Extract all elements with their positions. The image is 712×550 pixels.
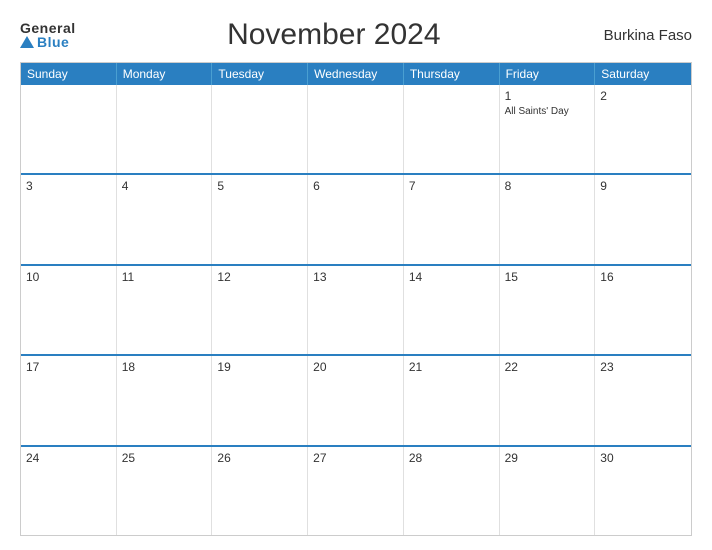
- day-cell: 6: [308, 175, 404, 263]
- day-cell: 15: [500, 266, 596, 354]
- logo-triangle-icon: [20, 36, 34, 48]
- day-cell: 3: [21, 175, 117, 263]
- day-cell: [117, 85, 213, 173]
- day-cell: 11: [117, 266, 213, 354]
- day-number: 19: [217, 360, 302, 374]
- day-cell: 18: [117, 356, 213, 444]
- day-number: 24: [26, 451, 111, 465]
- day-cell: 28: [404, 447, 500, 535]
- day-cell: 17: [21, 356, 117, 444]
- day-cell: 4: [117, 175, 213, 263]
- day-number: 6: [313, 179, 398, 193]
- day-cell: 7: [404, 175, 500, 263]
- day-cell: 22: [500, 356, 596, 444]
- day-cell: 9: [595, 175, 691, 263]
- day-number: 20: [313, 360, 398, 374]
- day-number: 16: [600, 270, 686, 284]
- day-cell: 14: [404, 266, 500, 354]
- day-number: 27: [313, 451, 398, 465]
- header-sunday: Sunday: [21, 63, 117, 85]
- day-headers-row: Sunday Monday Tuesday Wednesday Thursday…: [21, 63, 691, 85]
- calendar-grid: Sunday Monday Tuesday Wednesday Thursday…: [20, 62, 692, 536]
- day-number: 18: [122, 360, 207, 374]
- day-cell: 13: [308, 266, 404, 354]
- header-monday: Monday: [117, 63, 213, 85]
- header-saturday: Saturday: [595, 63, 691, 85]
- day-number: 23: [600, 360, 686, 374]
- day-cell: 10: [21, 266, 117, 354]
- day-cell: 27: [308, 447, 404, 535]
- day-number: 30: [600, 451, 686, 465]
- day-cell: 25: [117, 447, 213, 535]
- day-number: 22: [505, 360, 590, 374]
- header-thursday: Thursday: [404, 63, 500, 85]
- day-cell: 29: [500, 447, 596, 535]
- day-number: 3: [26, 179, 111, 193]
- day-cell: 12: [212, 266, 308, 354]
- day-cell: 1 All Saints' Day: [500, 85, 596, 173]
- day-number: 15: [505, 270, 590, 284]
- day-number: 25: [122, 451, 207, 465]
- day-cell: [404, 85, 500, 173]
- day-event: All Saints' Day: [505, 106, 590, 117]
- week-row-4: 24 25 26 27 28 29 30: [21, 445, 691, 535]
- day-cell: 23: [595, 356, 691, 444]
- week-row-2: 10 11 12 13 14 15 16: [21, 264, 691, 354]
- day-number: 9: [600, 179, 686, 193]
- week-row-0: 1 All Saints' Day 2: [21, 85, 691, 173]
- week-row-1: 3456789: [21, 173, 691, 263]
- header: General Blue November 2024 Burkina Faso: [20, 18, 692, 52]
- day-cell: [308, 85, 404, 173]
- day-number: 11: [122, 270, 207, 284]
- day-cell: 19: [212, 356, 308, 444]
- day-cell: 16: [595, 266, 691, 354]
- day-number: 26: [217, 451, 302, 465]
- country-label: Burkina Faso: [592, 27, 692, 44]
- day-number: 4: [122, 179, 207, 193]
- day-number: 21: [409, 360, 494, 374]
- day-cell: 24: [21, 447, 117, 535]
- day-cell: 20: [308, 356, 404, 444]
- header-friday: Friday: [500, 63, 596, 85]
- header-wednesday: Wednesday: [308, 63, 404, 85]
- day-cell: 21: [404, 356, 500, 444]
- weeks-container: 1All Saints' Day234567891011121314151617…: [21, 85, 691, 535]
- day-number: 7: [409, 179, 494, 193]
- logo-blue-text: Blue: [20, 35, 69, 49]
- day-cell: 2: [595, 85, 691, 173]
- day-number: 29: [505, 451, 590, 465]
- day-number: 12: [217, 270, 302, 284]
- day-cell: 26: [212, 447, 308, 535]
- logo-general-text: General: [20, 21, 76, 35]
- header-tuesday: Tuesday: [212, 63, 308, 85]
- logo: General Blue: [20, 21, 76, 49]
- calendar-page: General Blue November 2024 Burkina Faso …: [0, 0, 712, 550]
- day-number: 13: [313, 270, 398, 284]
- day-number: 14: [409, 270, 494, 284]
- day-number: 1: [505, 89, 590, 103]
- day-cell: 8: [500, 175, 596, 263]
- day-number: 2: [600, 89, 686, 103]
- day-number: 28: [409, 451, 494, 465]
- day-number: 10: [26, 270, 111, 284]
- day-cell: 30: [595, 447, 691, 535]
- day-cell: 5: [212, 175, 308, 263]
- day-number: 5: [217, 179, 302, 193]
- week-row-3: 17 18 19 20 21 22 23: [21, 354, 691, 444]
- day-number: 8: [505, 179, 590, 193]
- day-number: 17: [26, 360, 111, 374]
- day-cell: [212, 85, 308, 173]
- day-cell: [21, 85, 117, 173]
- calendar-title: November 2024: [76, 18, 592, 52]
